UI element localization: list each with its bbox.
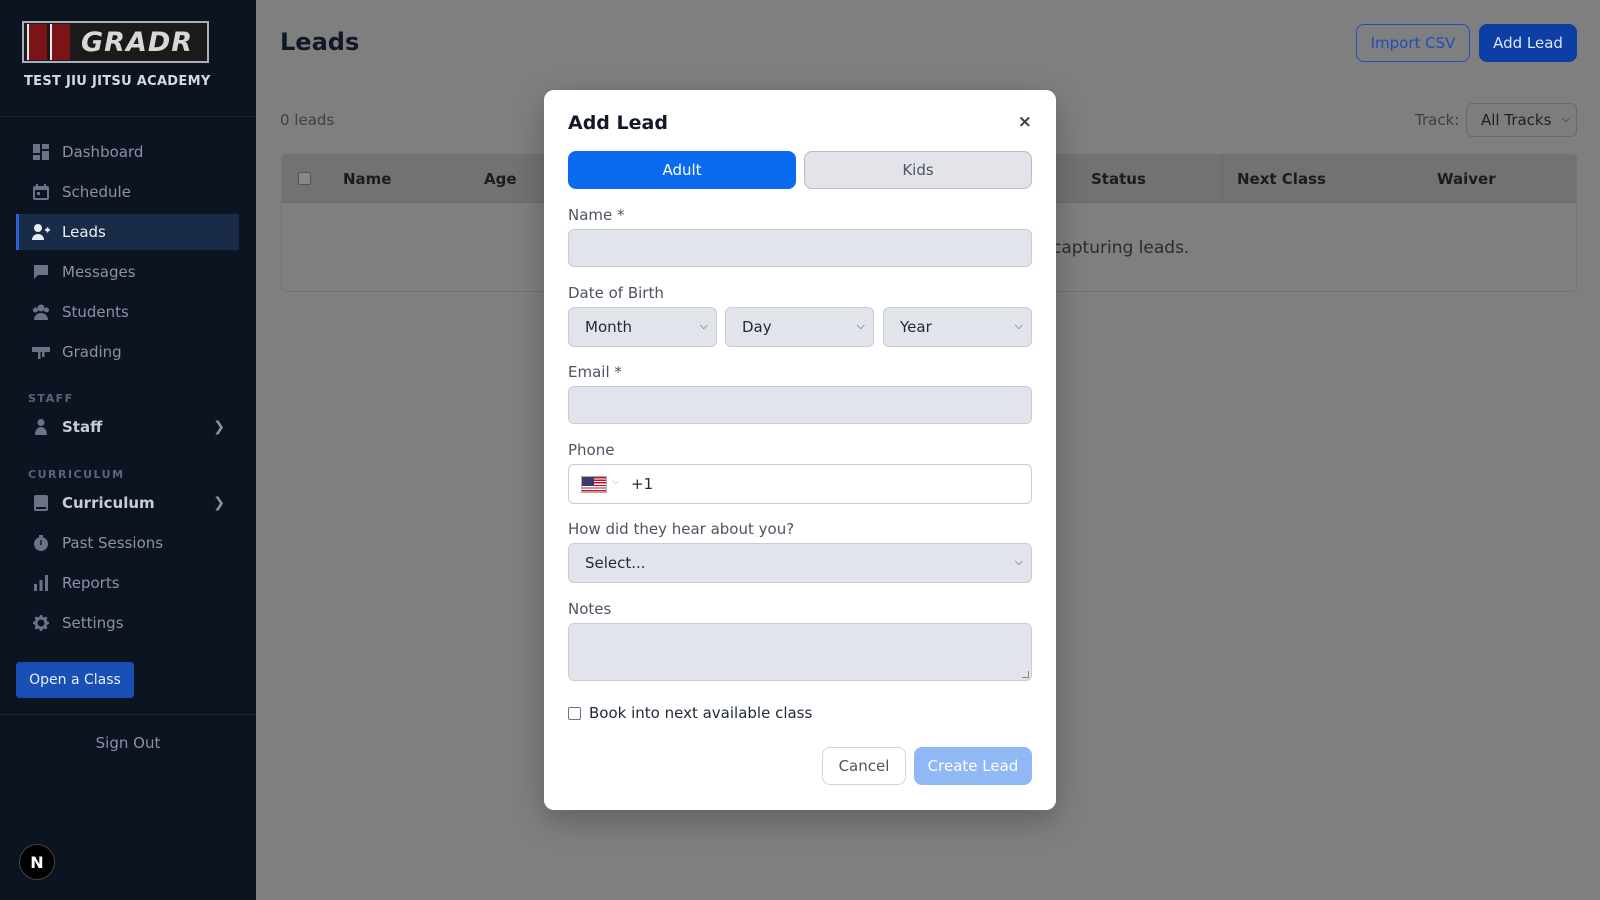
sidebar-item-schedule[interactable]: Schedule (16, 174, 239, 210)
track-select[interactable]: All Tracks ⌵ (1466, 103, 1577, 137)
sidebar-item-label: Staff (62, 418, 103, 436)
create-lead-button[interactable]: Create Lead (914, 747, 1032, 785)
bar-chart-icon (32, 574, 50, 592)
timer-icon (32, 534, 50, 552)
chevron-down-icon: ⌵ (1014, 319, 1023, 332)
gear-icon (32, 614, 50, 632)
chevron-down-icon: ⌵ (1561, 112, 1570, 125)
sidebar-item-messages[interactable]: Messages (16, 254, 239, 290)
phone-label: Phone (568, 441, 615, 459)
sidebar-item-settings[interactable]: Settings (16, 605, 239, 641)
dob-year-value: Year (900, 318, 932, 336)
dob-month-select[interactable]: Month ⌵ (568, 307, 717, 347)
book-class-checkbox[interactable] (568, 707, 581, 720)
section-label-staff: STAFF (28, 392, 74, 405)
empty-state-message: capturing leads. (1052, 238, 1190, 258)
chevron-right-icon: ❯ (213, 419, 225, 435)
calendar-icon (32, 183, 50, 201)
phone-country-code: +1 (631, 475, 654, 493)
book-icon (32, 494, 50, 512)
lead-count: 0 leads (280, 111, 335, 129)
us-flag-icon[interactable] (581, 476, 607, 493)
open-class-button[interactable]: Open a Class (16, 662, 134, 698)
person-icon (32, 418, 50, 436)
user-plus-icon (32, 223, 50, 241)
sidebar-item-label: Past Sessions (62, 534, 164, 552)
chevron-down-icon: ⌵ (856, 319, 865, 332)
track-label: Track: (1415, 111, 1460, 129)
sidebar-item-students[interactable]: Students (16, 294, 239, 330)
email-label: Email * (568, 363, 622, 381)
sidebar-item-label: Curriculum (62, 494, 155, 512)
sidebar-item-grading[interactable]: Grading (16, 334, 239, 370)
hear-about-label: How did they hear about you? (568, 520, 795, 538)
column-header-name[interactable]: Name (343, 170, 391, 188)
sidebar-item-label: Schedule (62, 183, 131, 201)
select-all-checkbox[interactable] (298, 172, 311, 185)
sidebar-item-label: Reports (62, 574, 120, 592)
sidebar-item-label: Leads (62, 223, 106, 241)
sidebar-item-label: Students (62, 303, 129, 321)
book-class-label[interactable]: Book into next available class (589, 704, 812, 722)
sidebar-item-label: Settings (62, 614, 124, 632)
column-header-next-class[interactable]: Next Class (1237, 170, 1326, 188)
name-label: Name * (568, 206, 625, 224)
close-icon[interactable]: × (1018, 112, 1032, 132)
tab-adult[interactable]: Adult (568, 151, 796, 189)
column-header-status[interactable]: Status (1091, 170, 1146, 188)
column-header-age[interactable]: Age (484, 170, 517, 188)
add-lead-button[interactable]: Add Lead (1479, 24, 1577, 62)
sidebar-item-label: Grading (62, 343, 122, 361)
sidebar-item-label: Dashboard (62, 143, 144, 161)
hear-about-select[interactable]: Select... ⌵ (568, 543, 1032, 583)
email-field[interactable] (568, 386, 1032, 424)
sidebar: GRADR TEST JIU JITSU ACADEMY Dashboard S… (0, 0, 256, 900)
section-label-curriculum: CURRICULUM (28, 468, 125, 481)
sidebar-item-curriculum[interactable]: Curriculum ❯ (16, 485, 239, 521)
academy-name: TEST JIU JITSU ACADEMY (24, 74, 211, 89)
resize-handle-icon[interactable] (1022, 671, 1029, 678)
tab-kids[interactable]: Kids (804, 151, 1032, 189)
sidebar-item-past-sessions[interactable]: Past Sessions (16, 525, 239, 561)
cancel-button[interactable]: Cancel (822, 747, 906, 785)
dob-day-select[interactable]: Day ⌵ (725, 307, 874, 347)
column-divider (1222, 155, 1223, 203)
dob-year-select[interactable]: Year ⌵ (883, 307, 1032, 347)
sidebar-item-dashboard[interactable]: Dashboard (16, 134, 239, 170)
grading-icon (32, 343, 50, 361)
chevron-down-icon: ⌵ (1014, 555, 1023, 568)
sign-out-link[interactable]: Sign Out (0, 734, 256, 752)
sidebar-item-reports[interactable]: Reports (16, 565, 239, 601)
name-field[interactable] (568, 229, 1032, 267)
chevron-right-icon: ❯ (213, 495, 225, 511)
sidebar-item-staff[interactable]: Staff ❯ (16, 409, 239, 445)
import-csv-button[interactable]: Import CSV (1356, 24, 1470, 62)
message-icon (32, 263, 50, 281)
hear-about-value: Select... (585, 554, 646, 572)
dob-month-value: Month (585, 318, 633, 336)
notes-field[interactable] (568, 623, 1032, 681)
modal-title: Add Lead (568, 112, 668, 134)
dob-label: Date of Birth (568, 284, 664, 302)
dob-day-value: Day (742, 318, 772, 336)
sidebar-item-label: Messages (62, 263, 136, 281)
sidebar-item-leads[interactable]: Leads (16, 214, 239, 250)
column-header-waiver[interactable]: Waiver (1437, 170, 1496, 188)
phone-field[interactable]: ⌵ +1 (568, 464, 1032, 504)
page-title: Leads (280, 28, 360, 56)
add-lead-modal: Add Lead × Adult Kids Name * Date of Bir… (544, 90, 1056, 810)
logo-text: GRADR (81, 26, 194, 58)
gradr-logo[interactable]: GRADR (22, 21, 209, 63)
students-icon (32, 303, 50, 321)
chevron-down-icon: ⌵ (699, 319, 708, 332)
sidebar-divider (0, 116, 256, 117)
notes-label: Notes (568, 600, 612, 618)
dashboard-icon (32, 143, 50, 161)
chevron-down-icon: ⌵ (612, 477, 619, 487)
sidebar-divider (0, 714, 256, 715)
logo-bars (27, 24, 73, 60)
avatar[interactable]: N (19, 844, 55, 880)
track-select-value: All Tracks (1481, 111, 1552, 129)
